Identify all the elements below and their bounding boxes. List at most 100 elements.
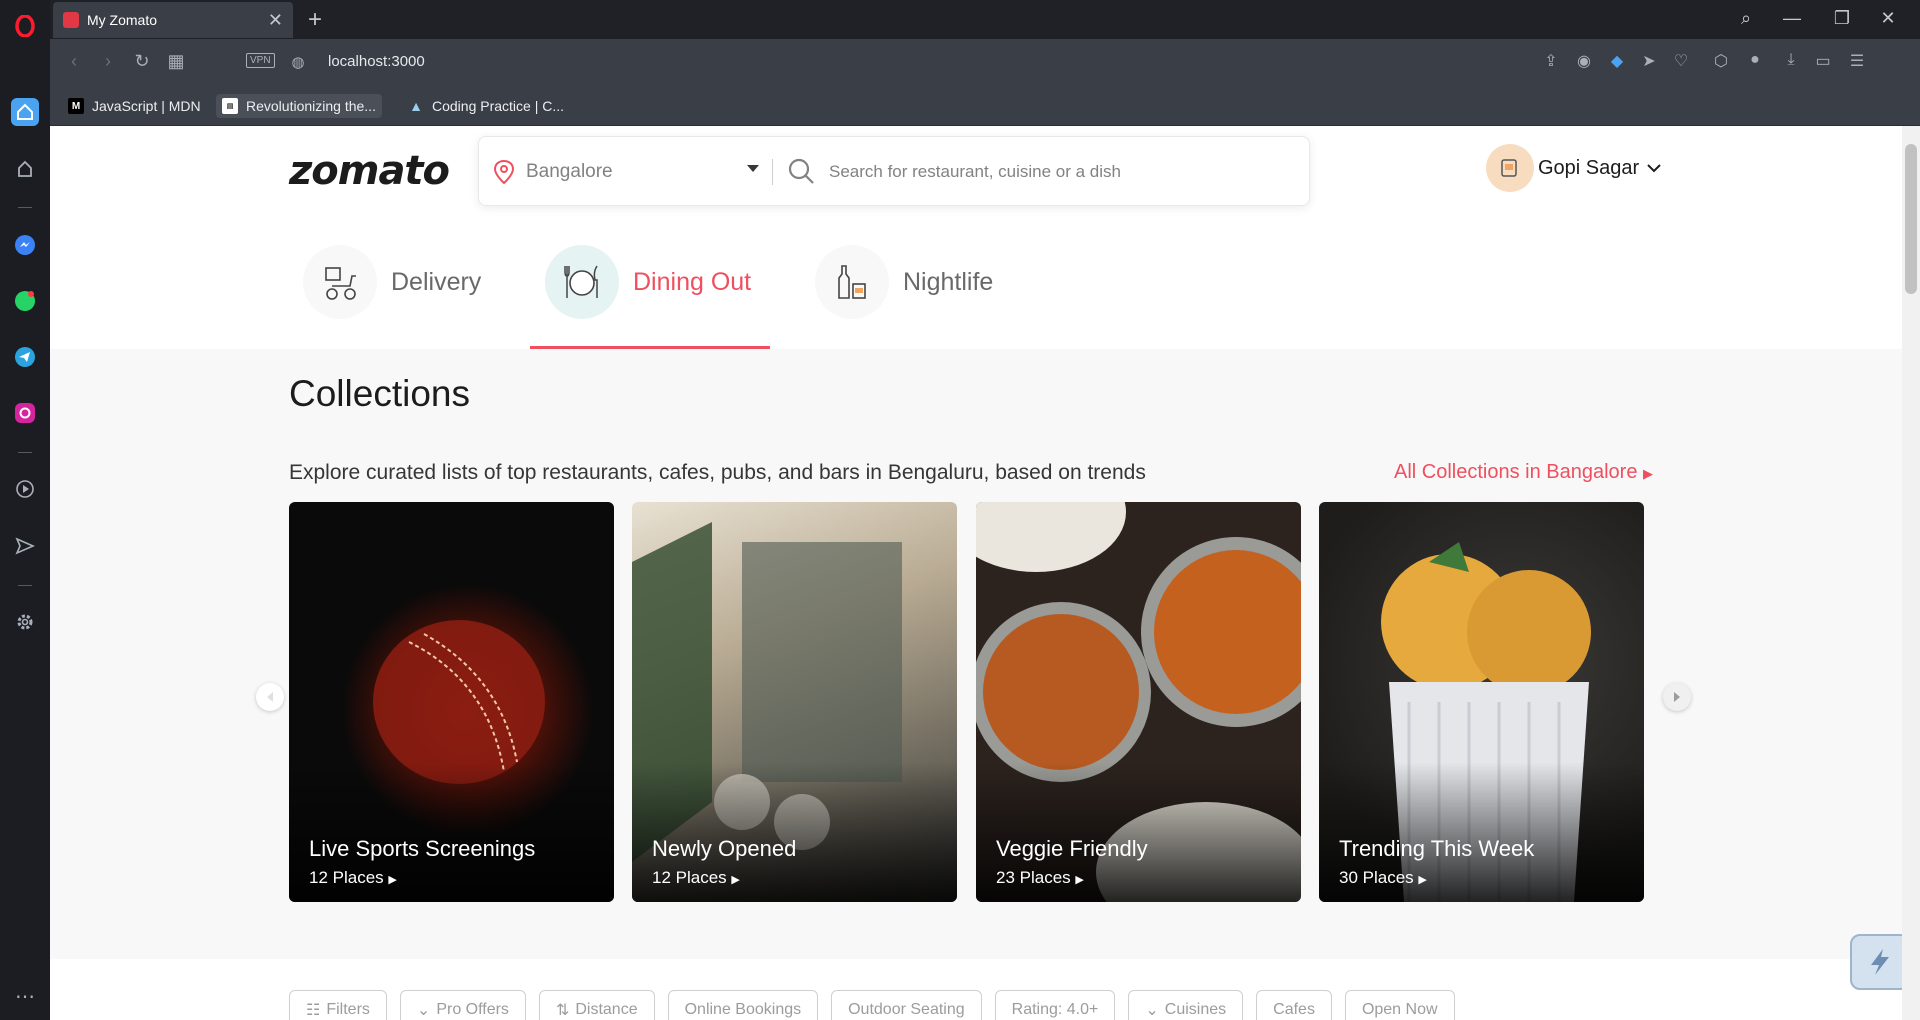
bookmark-revolutionizing[interactable]: ▤ Revolutionizing the... — [216, 94, 382, 118]
scroll-thumb[interactable] — [1905, 144, 1917, 294]
card-title: Newly Opened — [652, 836, 797, 861]
reload-icon[interactable]: ↻ — [130, 51, 154, 72]
card-places: 12 Places ▶ — [309, 868, 397, 887]
shield-icon[interactable]: ◆ — [1606, 51, 1628, 71]
restore-icon[interactable]: ❐ — [1830, 8, 1854, 29]
new-tab-icon[interactable]: + — [308, 6, 322, 34]
player-icon[interactable] — [11, 475, 39, 503]
filter-chip-cafes[interactable]: Cafes — [1256, 990, 1332, 1020]
filter-chip-online-bookings[interactable]: Online Bookings — [667, 990, 819, 1020]
filter-chip-distance[interactable]: ⇅ Distance — [538, 990, 655, 1020]
opera-logo-icon[interactable] — [11, 12, 39, 40]
tab-title: My Zomato — [87, 12, 158, 28]
share-icon[interactable]: ⇪ — [1540, 51, 1562, 71]
whatsapp-icon[interactable] — [11, 287, 39, 315]
user-name: Gopi Sagar — [1538, 156, 1640, 179]
settings-gear-icon[interactable] — [11, 608, 39, 636]
card-title: Trending This Week — [1339, 836, 1535, 861]
chevron-down-icon: ⌄ — [416, 1002, 431, 1019]
address-bar: ‹ › ↻ ▦ VPN ◍ localhost:3000 ⇪ ◉ ◆ ➤ ♡ ⬡… — [50, 39, 1920, 86]
avatar — [1486, 144, 1534, 192]
bookmark-label: JavaScript | MDN — [92, 98, 201, 114]
section-subtitle: Explore curated lists of top restaurants… — [289, 461, 1146, 484]
filter-chip-pro-offers[interactable]: ⌄ Pro Offers — [399, 990, 526, 1020]
instagram-icon[interactable] — [11, 399, 39, 427]
filter-chip-rating[interactable]: Rating: 4.0+ — [994, 990, 1116, 1020]
collection-card[interactable]: Trending This Week 30 Places ▶ — [1319, 502, 1644, 902]
card-places: 30 Places ▶ — [1339, 868, 1427, 887]
send-icon[interactable] — [11, 532, 39, 560]
cube-icon[interactable]: ⬡ — [1710, 51, 1732, 71]
bookmark-label: Coding Practice | C... — [432, 98, 565, 114]
search-input[interactable]: Search for restaurant, cuisine or a dish — [829, 162, 1121, 182]
bookmark-mdn[interactable]: M JavaScript | MDN — [62, 94, 207, 118]
tab-label: Dining Out — [633, 267, 752, 296]
bookmark-label: Revolutionizing the... — [246, 98, 376, 114]
card-places: 12 Places ▶ — [652, 868, 740, 887]
forward-icon[interactable]: › — [96, 51, 120, 72]
card-title: Live Sports Screenings — [309, 836, 536, 861]
section-title: Collections — [289, 373, 470, 414]
filter-chip-cuisines[interactable]: ⌄ Cuisines — [1128, 990, 1244, 1020]
filter-chip-filters[interactable]: ☷ Filters — [289, 990, 387, 1020]
mountain-icon: ▲ — [409, 98, 423, 114]
floating-action-button[interactable] — [1850, 934, 1910, 990]
tab-nightlife[interactable]: Nightlife — [815, 245, 993, 319]
profile-icon[interactable]: ● — [1744, 51, 1766, 69]
bookmarks-icon[interactable] — [11, 155, 39, 183]
filter-chip-outdoor-seating[interactable]: Outdoor Seating — [831, 990, 982, 1020]
easy-setup-icon[interactable]: ☰ — [1846, 51, 1868, 71]
browser-sidebar: ⋯ — [0, 0, 50, 1020]
messenger-icon[interactable] — [11, 231, 39, 259]
flow-send-icon[interactable]: ➤ — [1638, 51, 1660, 71]
carousel-prev-button[interactable] — [256, 683, 284, 711]
collection-card[interactable]: Newly Opened 12 Places ▶ — [632, 502, 957, 902]
battery-icon[interactable]: ▭ — [1812, 51, 1834, 71]
minimize-icon[interactable]: — — [1780, 8, 1804, 29]
collection-card[interactable]: Live Sports Screenings 12 Places ▶ — [289, 502, 614, 902]
search-tabs-icon[interactable]: ⌕ — [1734, 8, 1758, 29]
home-icon[interactable] — [11, 98, 39, 126]
collection-card[interactable]: Veggie Friendly 23 Places ▶ — [976, 502, 1301, 902]
close-window-icon[interactable]: ✕ — [1876, 8, 1900, 29]
vpn-badge[interactable]: VPN — [246, 53, 275, 68]
card-places: 23 Places ▶ — [996, 868, 1084, 887]
download-icon[interactable]: ⤓ — [1780, 51, 1802, 69]
url-field[interactable]: localhost:3000 — [328, 53, 425, 70]
caret-down-icon[interactable] — [747, 165, 759, 172]
tab-dining-out[interactable]: Dining Out — [545, 245, 751, 319]
zomato-favicon-icon — [63, 12, 79, 28]
camera-icon[interactable]: ◉ — [1573, 51, 1595, 71]
location-pin-icon — [493, 159, 515, 185]
article-icon: ▤ — [222, 98, 238, 114]
zomato-logo[interactable]: zomato — [289, 148, 450, 194]
browser-tab[interactable]: My Zomato ✕ — [53, 2, 293, 38]
sliders-icon: ☷ — [306, 1002, 321, 1019]
delivery-scooter-icon — [303, 245, 377, 319]
dining-out-icon — [545, 245, 619, 319]
bookmark-coding-practice[interactable]: ▲ Coding Practice | C... — [402, 94, 570, 118]
card-title: Veggie Friendly — [996, 836, 1148, 861]
back-icon[interactable]: ‹ — [62, 51, 86, 72]
globe-icon: ◍ — [291, 54, 305, 71]
more-icon[interactable]: ⋯ — [11, 982, 39, 1010]
mdn-icon: M — [68, 98, 84, 114]
telegram-icon[interactable] — [11, 343, 39, 371]
page-scrollbar[interactable] — [1902, 126, 1920, 1020]
caret-right-icon: ▶ — [1643, 466, 1654, 481]
chevron-left-icon — [267, 692, 273, 702]
all-collections-link[interactable]: All Collections in Bangalore ▶ — [1394, 461, 1653, 484]
chevron-down-icon — [1647, 164, 1661, 173]
filter-chip-open-now[interactable]: Open Now — [1344, 990, 1455, 1020]
carousel-next-button[interactable] — [1663, 683, 1691, 711]
location-select[interactable]: Bangalore — [526, 161, 613, 183]
user-menu[interactable]: Gopi Sagar — [1486, 144, 1661, 192]
heart-icon[interactable]: ♡ — [1670, 51, 1692, 71]
lightning-icon — [1871, 949, 1889, 975]
tab-delivery[interactable]: Delivery — [303, 245, 481, 319]
tabs-grid-icon[interactable]: ▦ — [164, 51, 188, 72]
search-icon — [788, 158, 814, 184]
search-bar: Bangalore Search for restaurant, cuisine… — [478, 136, 1310, 206]
close-tab-icon[interactable]: ✕ — [268, 10, 283, 31]
nightlife-icon — [815, 245, 889, 319]
